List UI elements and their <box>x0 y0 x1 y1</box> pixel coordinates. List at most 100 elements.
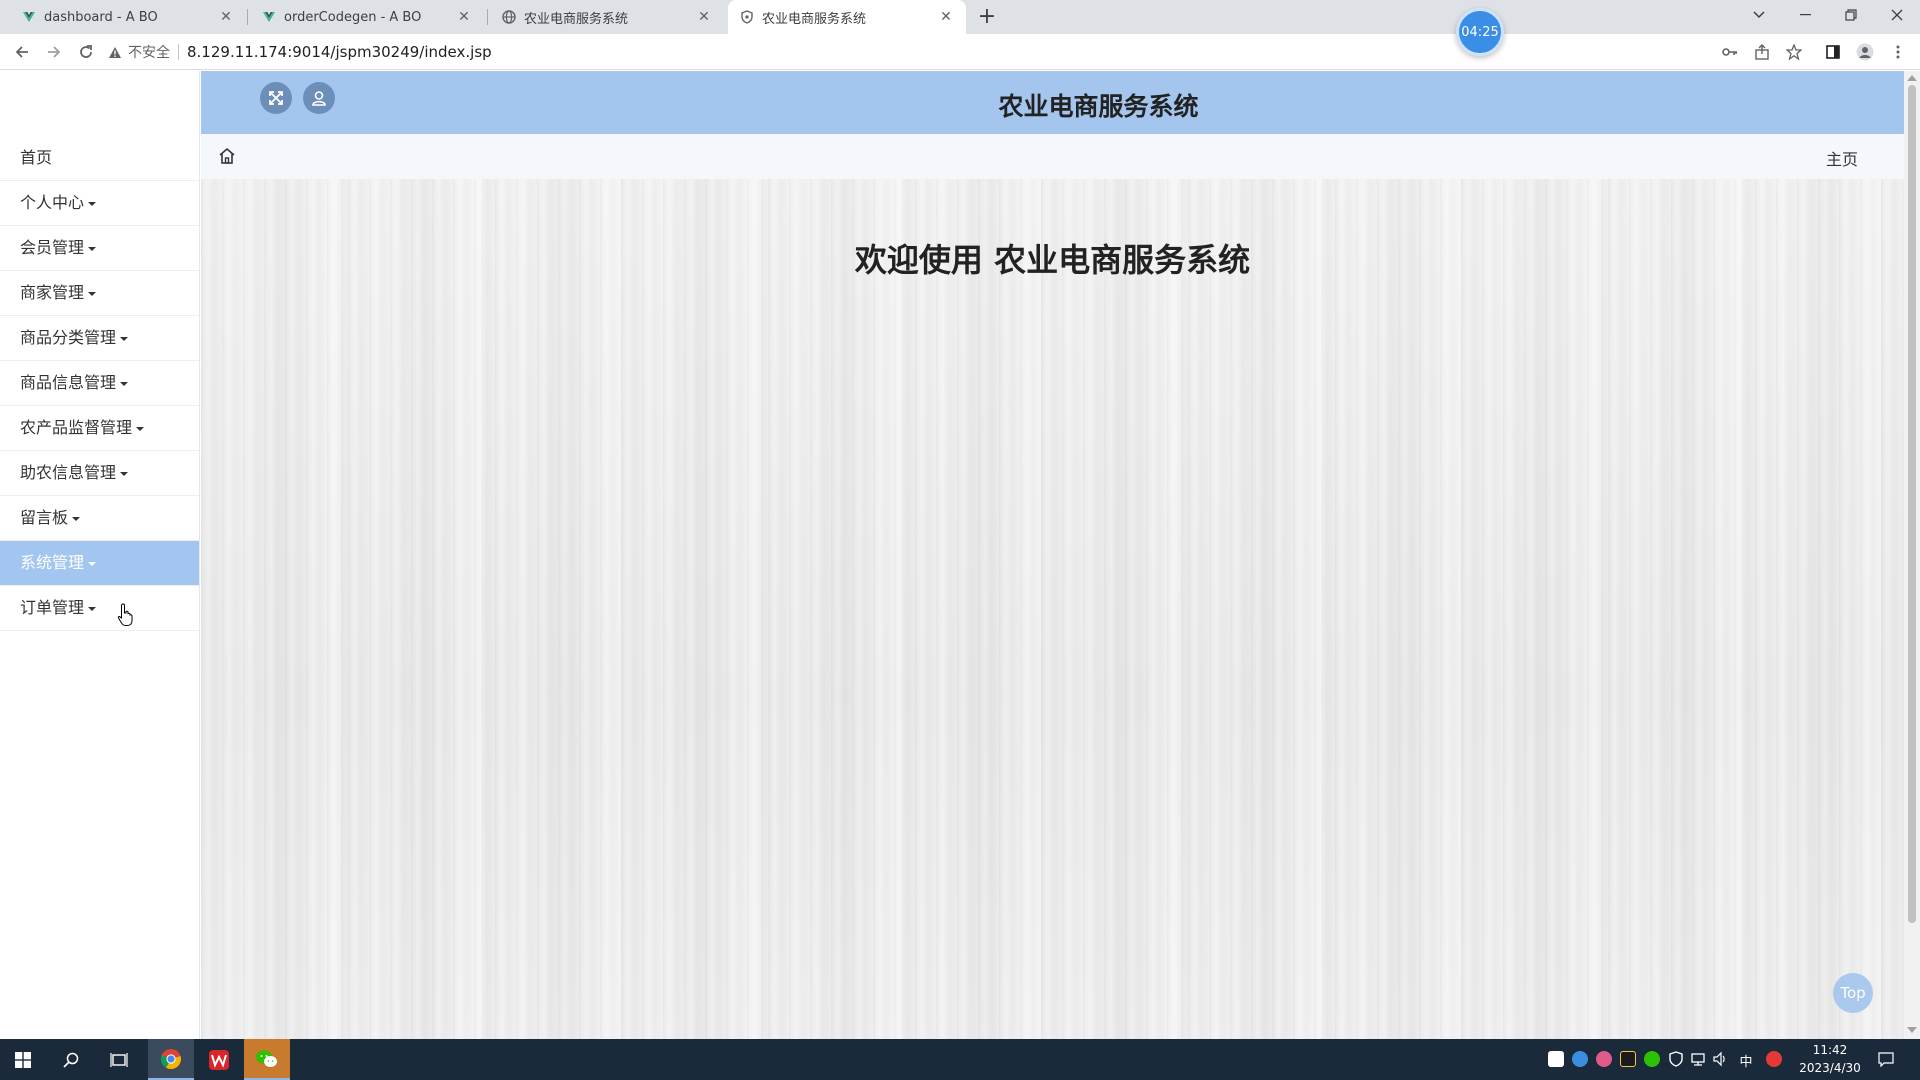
sidebar-item-label: 农产品监督管理 <box>20 418 133 437</box>
caret-down-icon <box>88 606 97 611</box>
sidebar-menu: 首页 个人中心 会员管理 商家管理 商品分类管理 商品信息管理 农产品监督管理 … <box>0 136 199 631</box>
sidebar-item-aid-info-management[interactable]: 助农信息管理 <box>0 451 199 496</box>
restore-button[interactable] <box>1828 0 1874 30</box>
tray-app-icon[interactable] <box>1548 1051 1564 1067</box>
ime-indicator[interactable]: 中 <box>1736 1051 1756 1070</box>
browser-toolbar: 不安全 8.129.11.174:9014/jspm30249/index.js… <box>0 34 1920 70</box>
wechat-tray-icon[interactable] <box>1644 1051 1660 1067</box>
page-scrollbar[interactable] <box>1904 71 1920 1039</box>
caret-down-icon <box>120 336 129 341</box>
sidebar-item-message-board[interactable]: 留言板 <box>0 496 199 541</box>
omnibox-divider <box>178 44 179 60</box>
sidebar-item-system-management[interactable]: 系统管理 <box>0 541 199 586</box>
vue-favicon-icon <box>263 12 275 22</box>
sidebar-item-label: 系统管理 <box>20 553 85 572</box>
close-icon[interactable]: ✕ <box>218 9 234 25</box>
sidebar-item-label: 商品分类管理 <box>20 328 117 347</box>
clock-time[interactable]: 11:42 <box>1790 1043 1870 1057</box>
wps-taskbar-icon[interactable] <box>196 1039 242 1080</box>
welcome-heading: 欢迎使用 农业电商服务系统 <box>854 241 1251 279</box>
globe-icon <box>502 10 516 24</box>
forward-arrow-icon[interactable] <box>42 40 66 64</box>
sidebar-item-category-management[interactable]: 商品分类管理 <box>0 316 199 361</box>
task-view-icon[interactable] <box>96 1039 142 1080</box>
sidebar-item-product-management[interactable]: 商品信息管理 <box>0 361 199 406</box>
page-title: 农业电商服务系统 <box>998 92 1199 121</box>
tab-title: 农业电商服务系统 <box>524 11 629 27</box>
security-shield-icon[interactable] <box>1668 1051 1684 1067</box>
new-tab-button[interactable]: + <box>974 4 1000 30</box>
minimize-button[interactable] <box>1782 0 1828 30</box>
share-icon[interactable] <box>1752 42 1772 62</box>
scrollbar-thumb[interactable] <box>1908 85 1916 923</box>
mouse-pointer-icon <box>117 603 133 626</box>
tray-flower-icon[interactable] <box>1596 1051 1612 1067</box>
web-page: 首页 个人中心 会员管理 商家管理 商品分类管理 商品信息管理 农产品监督管理 … <box>0 71 1920 1039</box>
insecure-label: 不安全 <box>128 45 170 61</box>
sogou-input-icon[interactable] <box>1766 1051 1782 1067</box>
side-panel-icon[interactable] <box>1823 42 1843 62</box>
sidebar-item-label: 商家管理 <box>20 283 85 302</box>
shield-favicon-icon <box>741 10 753 24</box>
clock-date[interactable]: 2023/4/30 <box>1790 1061 1870 1075</box>
browser-tab-active[interactable]: 农业电商服务系统 ✕ <box>728 0 966 34</box>
back-arrow-icon[interactable] <box>10 40 34 64</box>
reload-icon[interactable] <box>74 40 98 64</box>
tab-title: orderCodegen - A BO <box>284 9 422 25</box>
caret-down-icon <box>120 381 129 386</box>
qq-penguin-icon[interactable] <box>1620 1051 1636 1067</box>
sidebar-item-label: 助农信息管理 <box>20 463 117 482</box>
chrome-taskbar-icon[interactable] <box>148 1039 194 1080</box>
sidebar: 首页 个人中心 会员管理 商家管理 商品分类管理 商品信息管理 农产品监督管理 … <box>0 71 200 1039</box>
sidebar-item-supervision-management[interactable]: 农产品监督管理 <box>0 406 199 451</box>
sidebar-item-label: 订单管理 <box>20 598 85 617</box>
more-menu-icon[interactable] <box>1888 42 1908 62</box>
bookmark-star-icon[interactable] <box>1784 42 1804 62</box>
windows-start-icon[interactable] <box>0 1039 46 1080</box>
tab-divider <box>487 9 488 25</box>
sidebar-item-home[interactable]: 首页 <box>0 136 199 181</box>
recording-timer-badge[interactable]: 04:25 <box>1456 8 1504 56</box>
scroll-up-arrow-icon[interactable] <box>1907 75 1917 81</box>
browser-tab[interactable]: dashboard - A BO ✕ <box>10 0 246 34</box>
url-text[interactable]: 8.129.11.174:9014/jspm30249/index.jsp <box>187 43 492 61</box>
tab-search-chevron-icon[interactable] <box>1736 0 1782 30</box>
sidebar-item-label: 商品信息管理 <box>20 373 117 392</box>
browser-tab[interactable]: 农业电商服务系统 ✕ <box>490 0 724 34</box>
tab-title: 农业电商服务系统 <box>762 11 867 27</box>
warning-icon <box>109 46 121 58</box>
close-icon[interactable]: ✕ <box>938 9 954 25</box>
key-icon[interactable] <box>1720 42 1740 62</box>
close-window-button[interactable] <box>1874 0 1920 30</box>
home-icon[interactable] <box>217 146 237 166</box>
volume-icon[interactable] <box>1712 1051 1728 1067</box>
scroll-down-arrow-icon[interactable] <box>1907 1027 1917 1033</box>
browser-tab[interactable]: orderCodegen - A BO ✕ <box>250 0 484 34</box>
caret-down-icon <box>88 246 97 251</box>
network-icon[interactable] <box>1690 1051 1706 1067</box>
tab-divider <box>247 9 248 25</box>
browser-tab-strip: dashboard - A BO ✕ orderCodegen - A BO ✕… <box>0 0 1920 34</box>
caret-down-icon <box>120 471 129 476</box>
search-icon[interactable] <box>48 1039 94 1080</box>
breadcrumb-current[interactable]: 主页 <box>1826 146 1858 170</box>
caret-down-icon <box>136 426 145 431</box>
sidebar-item-label: 会员管理 <box>20 238 85 257</box>
sidebar-item-order-management[interactable]: 订单管理 <box>0 586 199 631</box>
address-bar[interactable]: 不安全 8.129.11.174:9014/jspm30249/index.js… <box>108 38 1748 66</box>
main-content: 欢迎使用 农业电商服务系统 <box>201 179 1904 1039</box>
close-icon[interactable]: ✕ <box>696 9 712 25</box>
sidebar-item-merchant-management[interactable]: 商家管理 <box>0 271 199 316</box>
onedrive-cloud-icon[interactable] <box>1572 1051 1588 1067</box>
sidebar-item-label: 首页 <box>20 148 53 167</box>
sidebar-item-personal-center[interactable]: 个人中心 <box>0 181 199 226</box>
wechat-taskbar-icon[interactable] <box>244 1039 290 1080</box>
sidebar-item-label: 个人中心 <box>20 193 85 212</box>
breadcrumb: 主页 <box>201 134 1904 179</box>
close-icon[interactable]: ✕ <box>456 9 472 25</box>
notification-center-icon[interactable] <box>1878 1051 1894 1068</box>
profile-avatar-icon[interactable] <box>1855 42 1875 62</box>
sidebar-item-member-management[interactable]: 会员管理 <box>0 226 199 271</box>
caret-down-icon <box>88 561 97 566</box>
back-to-top-button[interactable]: Top <box>1833 973 1873 1013</box>
